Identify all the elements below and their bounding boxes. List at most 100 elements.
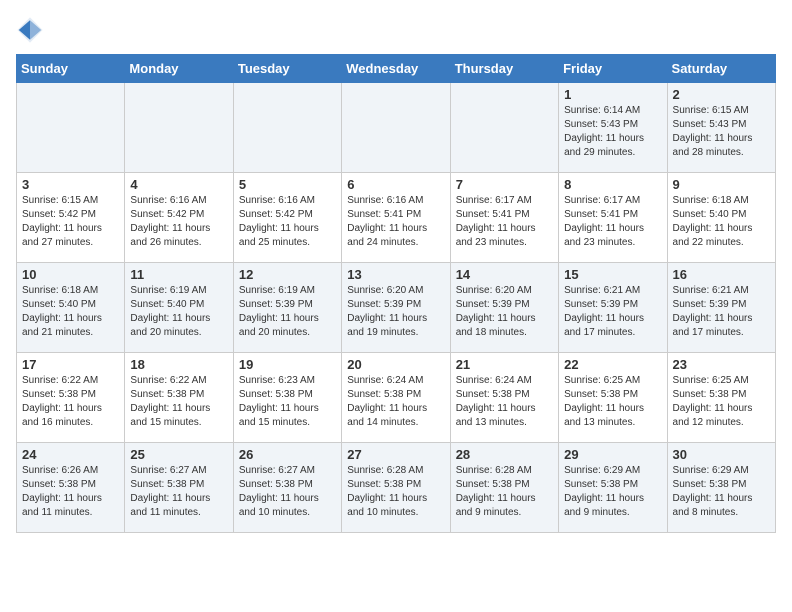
day-info: Sunrise: 6:29 AM Sunset: 5:38 PM Dayligh… — [564, 464, 661, 520]
day-number: 12 — [239, 267, 336, 282]
day-info: Sunrise: 6:15 AM Sunset: 5:43 PM Dayligh… — [673, 104, 770, 160]
day-number: 30 — [673, 447, 770, 462]
calendar-cell: 27 Sunrise: 6:28 AM Sunset: 5:38 PM Dayli… — [342, 443, 450, 533]
logo-icon — [16, 16, 44, 44]
day-number: 1 — [564, 87, 661, 102]
calendar-cell — [450, 83, 558, 173]
day-number: 23 — [673, 357, 770, 372]
day-number: 8 — [564, 177, 661, 192]
day-number: 21 — [456, 357, 553, 372]
calendar-cell: 16Sunrise: 6:21 AM Sunset: 5:39 PM Dayli… — [667, 263, 775, 353]
day-info: Sunrise: 6:20 AM Sunset: 5:39 PM Dayligh… — [347, 284, 444, 340]
calendar-cell: 12 Sunrise: 6:19 AM Sunset: 5:39 PM Dayli… — [233, 263, 341, 353]
weekday-header-friday: Friday — [559, 55, 667, 83]
day-number: 9 — [673, 177, 770, 192]
weekday-row: SundayMondayTuesdayWednesdayThursdayFrid… — [17, 55, 776, 83]
day-number: 14 — [456, 267, 553, 282]
calendar-week-4: 17 Sunrise: 6:22 AM Sunset: 5:38 PM Dayli… — [17, 353, 776, 443]
calendar-cell: 11 Sunrise: 6:19 AM Sunset: 5:40 PM Dayli… — [125, 263, 233, 353]
calendar-cell: 25 Sunrise: 6:27 AM Sunset: 5:38 PM Dayli… — [125, 443, 233, 533]
day-number: 4 — [130, 177, 227, 192]
day-number: 10 — [22, 267, 119, 282]
day-info: Sunrise: 6:27 AM Sunset: 5:38 PM Dayligh… — [130, 464, 227, 520]
day-info: Sunrise: 6:18 AM Sunset: 5:40 PM Dayligh… — [673, 194, 770, 250]
calendar-cell — [17, 83, 125, 173]
calendar-cell — [233, 83, 341, 173]
day-info: Sunrise: 6:16 AM Sunset: 5:41 PM Dayligh… — [347, 194, 444, 250]
calendar-week-1: 1 Sunrise: 6:14 AM Sunset: 5:43 PM Daylig… — [17, 83, 776, 173]
day-info: Sunrise: 6:19 AM Sunset: 5:39 PM Dayligh… — [239, 284, 336, 340]
calendar-cell: 15 Sunrise: 6:21 AM Sunset: 5:39 PM Dayli… — [559, 263, 667, 353]
calendar-cell: 2Sunrise: 6:15 AM Sunset: 5:43 PM Daylig… — [667, 83, 775, 173]
day-info: Sunrise: 6:22 AM Sunset: 5:38 PM Dayligh… — [130, 374, 227, 430]
weekday-header-tuesday: Tuesday — [233, 55, 341, 83]
day-info: Sunrise: 6:27 AM Sunset: 5:38 PM Dayligh… — [239, 464, 336, 520]
day-number: 13 — [347, 267, 444, 282]
day-info: Sunrise: 6:18 AM Sunset: 5:40 PM Dayligh… — [22, 284, 119, 340]
day-number: 18 — [130, 357, 227, 372]
day-number: 5 — [239, 177, 336, 192]
calendar-week-5: 24 Sunrise: 6:26 AM Sunset: 5:38 PM Dayli… — [17, 443, 776, 533]
calendar-cell: 8 Sunrise: 6:17 AM Sunset: 5:41 PM Daylig… — [559, 173, 667, 263]
day-number: 27 — [347, 447, 444, 462]
weekday-header-thursday: Thursday — [450, 55, 558, 83]
calendar-cell: 19Sunrise: 6:23 AM Sunset: 5:38 PM Dayli… — [233, 353, 341, 443]
day-info: Sunrise: 6:20 AM Sunset: 5:39 PM Dayligh… — [456, 284, 553, 340]
day-info: Sunrise: 6:15 AM Sunset: 5:42 PM Dayligh… — [22, 194, 119, 250]
calendar-week-2: 3 Sunrise: 6:15 AM Sunset: 5:42 PM Daylig… — [17, 173, 776, 263]
weekday-header-sunday: Sunday — [17, 55, 125, 83]
weekday-header-monday: Monday — [125, 55, 233, 83]
calendar-cell: 22 Sunrise: 6:25 AM Sunset: 5:38 PM Dayli… — [559, 353, 667, 443]
day-info: Sunrise: 6:25 AM Sunset: 5:38 PM Dayligh… — [564, 374, 661, 430]
day-info: Sunrise: 6:24 AM Sunset: 5:38 PM Dayligh… — [456, 374, 553, 430]
calendar-cell: 23Sunrise: 6:25 AM Sunset: 5:38 PM Dayli… — [667, 353, 775, 443]
calendar-cell: 9 Sunrise: 6:18 AM Sunset: 5:40 PM Daylig… — [667, 173, 775, 263]
calendar-cell: 6 Sunrise: 6:16 AM Sunset: 5:41 PM Daylig… — [342, 173, 450, 263]
day-number: 25 — [130, 447, 227, 462]
day-info: Sunrise: 6:26 AM Sunset: 5:38 PM Dayligh… — [22, 464, 119, 520]
day-number: 22 — [564, 357, 661, 372]
day-info: Sunrise: 6:16 AM Sunset: 5:42 PM Dayligh… — [130, 194, 227, 250]
day-number: 24 — [22, 447, 119, 462]
day-number: 19 — [239, 357, 336, 372]
day-info: Sunrise: 6:21 AM Sunset: 5:39 PM Dayligh… — [564, 284, 661, 340]
day-number: 28 — [456, 447, 553, 462]
day-info: Sunrise: 6:21 AM Sunset: 5:39 PM Dayligh… — [673, 284, 770, 340]
day-info: Sunrise: 6:19 AM Sunset: 5:40 PM Dayligh… — [130, 284, 227, 340]
weekday-header-saturday: Saturday — [667, 55, 775, 83]
day-info: Sunrise: 6:17 AM Sunset: 5:41 PM Dayligh… — [564, 194, 661, 250]
day-info: Sunrise: 6:24 AM Sunset: 5:38 PM Dayligh… — [347, 374, 444, 430]
calendar-cell: 20 Sunrise: 6:24 AM Sunset: 5:38 PM Dayli… — [342, 353, 450, 443]
calendar-table: SundayMondayTuesdayWednesdayThursdayFrid… — [16, 54, 776, 533]
day-number: 6 — [347, 177, 444, 192]
calendar-cell: 30Sunrise: 6:29 AM Sunset: 5:38 PM Dayli… — [667, 443, 775, 533]
day-number: 29 — [564, 447, 661, 462]
calendar-cell: 21 Sunrise: 6:24 AM Sunset: 5:38 PM Dayli… — [450, 353, 558, 443]
day-info: Sunrise: 6:22 AM Sunset: 5:38 PM Dayligh… — [22, 374, 119, 430]
calendar-cell: 7Sunrise: 6:17 AM Sunset: 5:41 PM Daylig… — [450, 173, 558, 263]
calendar-cell — [342, 83, 450, 173]
header — [16, 16, 776, 44]
calendar-cell: 28 Sunrise: 6:28 AM Sunset: 5:38 PM Dayli… — [450, 443, 558, 533]
day-number: 17 — [22, 357, 119, 372]
calendar-cell: 24 Sunrise: 6:26 AM Sunset: 5:38 PM Dayli… — [17, 443, 125, 533]
calendar-cell: 5 Sunrise: 6:16 AM Sunset: 5:42 PM Daylig… — [233, 173, 341, 263]
calendar-cell: 29 Sunrise: 6:29 AM Sunset: 5:38 PM Dayli… — [559, 443, 667, 533]
day-number: 11 — [130, 267, 227, 282]
calendar-cell: 14 Sunrise: 6:20 AM Sunset: 5:39 PM Dayli… — [450, 263, 558, 353]
day-info: Sunrise: 6:14 AM Sunset: 5:43 PM Dayligh… — [564, 104, 661, 160]
calendar-cell: 18 Sunrise: 6:22 AM Sunset: 5:38 PM Dayli… — [125, 353, 233, 443]
calendar-header: SundayMondayTuesdayWednesdayThursdayFrid… — [17, 55, 776, 83]
logo — [16, 16, 48, 44]
day-info: Sunrise: 6:28 AM Sunset: 5:38 PM Dayligh… — [347, 464, 444, 520]
calendar-week-3: 10 Sunrise: 6:18 AM Sunset: 5:40 PM Dayli… — [17, 263, 776, 353]
day-number: 3 — [22, 177, 119, 192]
day-info: Sunrise: 6:16 AM Sunset: 5:42 PM Dayligh… — [239, 194, 336, 250]
day-number: 15 — [564, 267, 661, 282]
calendar-cell: 17 Sunrise: 6:22 AM Sunset: 5:38 PM Dayli… — [17, 353, 125, 443]
calendar-cell: 26Sunrise: 6:27 AM Sunset: 5:38 PM Dayli… — [233, 443, 341, 533]
day-number: 7 — [456, 177, 553, 192]
calendar-cell: 4 Sunrise: 6:16 AM Sunset: 5:42 PM Daylig… — [125, 173, 233, 263]
day-info: Sunrise: 6:28 AM Sunset: 5:38 PM Dayligh… — [456, 464, 553, 520]
day-number: 20 — [347, 357, 444, 372]
